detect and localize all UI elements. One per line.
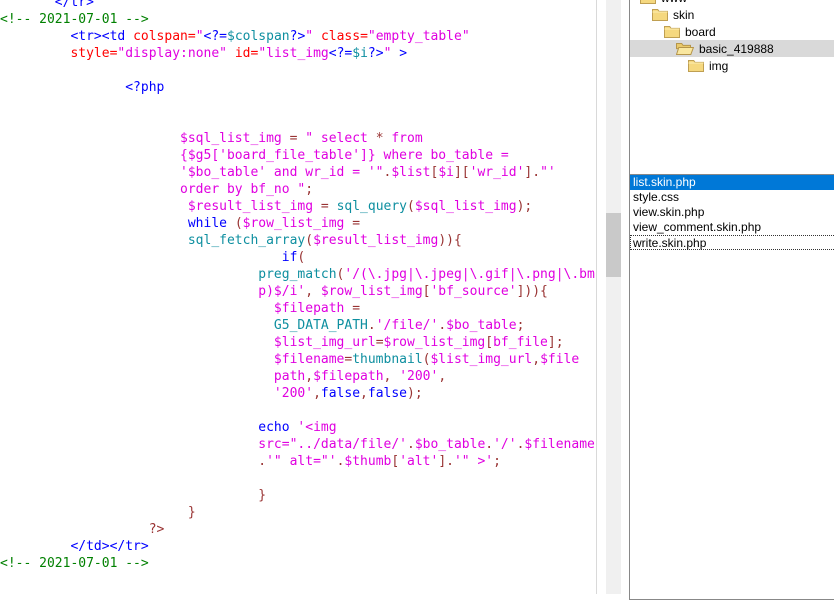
code-line: if( xyxy=(0,249,610,266)
tree-item-basic_419888[interactable]: basic_419888 xyxy=(630,40,834,57)
file-item-view_comment.skin.php[interactable]: view_comment.skin.php xyxy=(630,220,834,235)
code-line: <!-- 2021-07-01 --> xyxy=(0,11,610,28)
code-line: $filename=thumbnail($list_img_url,$file xyxy=(0,351,610,368)
code-line: echo '<img xyxy=(0,419,610,436)
code-line: G5_DATA_PATH.'/file/'.$bo_table; xyxy=(0,317,610,334)
code-line: $list_img_url=$row_list_img[bf_file]; xyxy=(0,334,610,351)
code-line: sql_fetch_array($result_list_img)){ xyxy=(0,232,610,249)
code-line: } xyxy=(0,504,610,521)
code-line: </tr> xyxy=(0,0,610,11)
folder-closed-icon xyxy=(640,0,656,4)
code-line: ?> xyxy=(0,521,610,538)
code-line: <?php xyxy=(0,79,610,96)
tree-item-img[interactable]: img xyxy=(630,57,834,74)
code-line: <!-- 2021-07-01 --> xyxy=(0,555,610,572)
folder-open-icon xyxy=(676,42,694,55)
code-line: <tr><td colspan="<?=$colspan?>" class="e… xyxy=(0,28,610,45)
code-line xyxy=(0,113,610,130)
tree-item-label: skin xyxy=(673,8,694,22)
tree-item-label: board xyxy=(685,25,716,39)
code-line: .'" alt="'.$thumb['alt'].'" >'; xyxy=(0,453,610,470)
code-line: } xyxy=(0,487,610,504)
code-line: while ($row_list_img = xyxy=(0,215,610,232)
code-line: '200',false,false); xyxy=(0,385,610,402)
code-line: path,$filepath, '200', xyxy=(0,368,610,385)
file-item-list.skin.php[interactable]: list.skin.php xyxy=(630,175,834,190)
tree-item-label: img xyxy=(709,59,728,73)
tree-item-board[interactable]: board xyxy=(630,23,834,40)
code-line: order by bf_no "; xyxy=(0,181,610,198)
file-item-style.css[interactable]: style.css xyxy=(630,190,834,205)
tree-item-skin[interactable]: skin xyxy=(630,6,834,23)
file-item-view.skin.php[interactable]: view.skin.php xyxy=(630,205,834,220)
code-line: $sql_list_img = " select * from xyxy=(0,130,610,147)
code-line xyxy=(0,96,610,113)
code-line: {$g5['board_file_table']} where bo_table… xyxy=(0,147,610,164)
folder-closed-icon xyxy=(652,8,668,21)
code-line: src="../data/file/'.$bo_table.'/'.$filen… xyxy=(0,436,610,453)
code-line xyxy=(0,402,610,419)
code-line: $result_list_img = sql_query($sql_list_i… xyxy=(0,198,610,215)
folder-tree-panel: www skin board basic_419888img xyxy=(629,0,834,175)
code-line: '$bo_table' and wr_id = '".$list[$i]['wr… xyxy=(0,164,610,181)
code-line: </td></tr> xyxy=(0,538,610,555)
code-line: preg_match('/(\.jpg|\.jpeg|\.gif|\.png|\… xyxy=(0,266,610,283)
code-line: style="display:none" id="list_img<?=$i?>… xyxy=(0,45,610,62)
tree-item-label: www xyxy=(661,0,687,5)
code-editor[interactable]: </tr><!-- 2021-07-01 --> <tr><td colspan… xyxy=(0,0,610,600)
code-line: p)$/i', $row_list_img['bf_source'])){ xyxy=(0,283,610,300)
code-line xyxy=(0,62,610,79)
code-line: $filepath = xyxy=(0,300,610,317)
folder-closed-icon xyxy=(664,25,680,38)
code-line xyxy=(0,470,610,487)
folder-tree: www skin board basic_419888img xyxy=(630,0,834,74)
file-item-write.skin.php[interactable]: write.skin.php xyxy=(630,235,834,250)
folder-closed-icon xyxy=(688,59,704,72)
file-list-panel: list.skin.phpstyle.cssview.skin.phpview_… xyxy=(629,174,834,600)
code-scrollbar[interactable] xyxy=(606,0,621,594)
tree-item-label: basic_419888 xyxy=(699,42,774,56)
code-scrollbar-thumb[interactable] xyxy=(606,213,621,277)
